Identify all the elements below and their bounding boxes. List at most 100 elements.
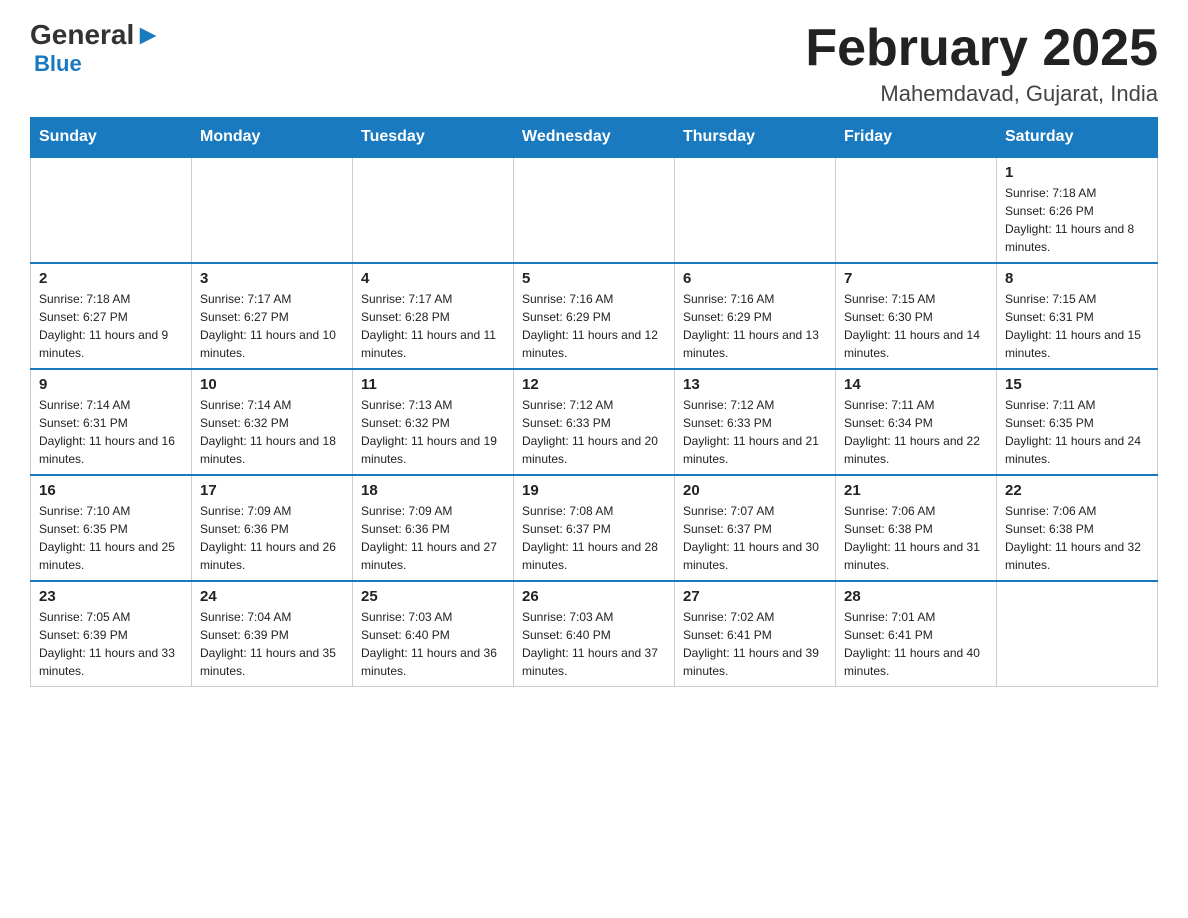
calendar-week-row: 2Sunrise: 7:18 AM Sunset: 6:27 PM Daylig…	[31, 263, 1158, 369]
col-friday: Friday	[836, 118, 997, 158]
table-row: 6 Sunrise: 7:16 AM Sunset: 6:29 PM Daylig…	[675, 263, 836, 369]
day-number: 14	[844, 376, 988, 393]
day-info: Sunrise: 7:06 AM Sunset: 6:38 PM Dayligh…	[1005, 502, 1149, 574]
day-info: Sunrise: 7:08 AM Sunset: 6:37 PM Dayligh…	[522, 502, 666, 574]
page-header: General► Blue February 2025 Mahemdavad, …	[30, 20, 1158, 107]
day-number: 27	[683, 588, 827, 605]
table-row: 27 Sunrise: 7:02 AM Sunset: 6:41 PM Dayli…	[675, 581, 836, 687]
table-row: 22 Sunrise: 7:06 AM Sunset: 6:38 PM Dayli…	[997, 475, 1158, 581]
day-number: 11	[361, 376, 505, 393]
day-info: Sunrise: 7:10 AM Sunset: 6:35 PM Dayligh…	[39, 502, 183, 574]
day-info: Sunrise: 7:01 AM Sunset: 6:41 PM Dayligh…	[844, 608, 988, 680]
day-info: Sunrise: 7:16 AM Sunset: 6:29 PM Dayligh…	[683, 290, 827, 362]
title-block: February 2025 Mahemdavad, Gujarat, India	[805, 20, 1158, 107]
table-row: 13 Sunrise: 7:12 AM Sunset: 6:33 PM Dayli…	[675, 369, 836, 475]
day-number: 9	[39, 376, 183, 393]
day-info: Sunrise: 7:17 AM Sunset: 6:27 PM Dayligh…	[200, 290, 344, 362]
col-wednesday: Wednesday	[514, 118, 675, 158]
col-monday: Monday	[192, 118, 353, 158]
calendar-week-row: 23Sunrise: 7:05 AM Sunset: 6:39 PM Dayli…	[31, 581, 1158, 687]
day-number: 25	[361, 588, 505, 605]
table-row: 8 Sunrise: 7:15 AM Sunset: 6:31 PM Daylig…	[997, 263, 1158, 369]
day-number: 26	[522, 588, 666, 605]
day-header-row: Sunday Monday Tuesday Wednesday Thursday…	[31, 118, 1158, 158]
day-number: 1	[1005, 164, 1149, 181]
table-row: 2Sunrise: 7:18 AM Sunset: 6:27 PM Daylig…	[31, 263, 192, 369]
calendar-week-row: 1 Sunrise: 7:18 AM Sunset: 6:26 PM Daylig…	[31, 157, 1158, 263]
day-number: 4	[361, 270, 505, 287]
table-row: 7 Sunrise: 7:15 AM Sunset: 6:30 PM Daylig…	[836, 263, 997, 369]
table-row: 19 Sunrise: 7:08 AM Sunset: 6:37 PM Dayli…	[514, 475, 675, 581]
day-info: Sunrise: 7:12 AM Sunset: 6:33 PM Dayligh…	[683, 396, 827, 468]
calendar-table: Sunday Monday Tuesday Wednesday Thursday…	[30, 117, 1158, 687]
table-row: 20 Sunrise: 7:07 AM Sunset: 6:37 PM Dayli…	[675, 475, 836, 581]
location-subtitle: Mahemdavad, Gujarat, India	[805, 81, 1158, 107]
day-number: 24	[200, 588, 344, 605]
table-row: 12 Sunrise: 7:12 AM Sunset: 6:33 PM Dayli…	[514, 369, 675, 475]
table-row: 25 Sunrise: 7:03 AM Sunset: 6:40 PM Dayli…	[353, 581, 514, 687]
table-row: 15 Sunrise: 7:11 AM Sunset: 6:35 PM Dayli…	[997, 369, 1158, 475]
table-row: 21Sunrise: 7:06 AM Sunset: 6:38 PM Dayli…	[836, 475, 997, 581]
table-row: 9 Sunrise: 7:14 AM Sunset: 6:31 PM Daylig…	[31, 369, 192, 475]
day-info: Sunrise: 7:07 AM Sunset: 6:37 PM Dayligh…	[683, 502, 827, 574]
table-row: 3 Sunrise: 7:17 AM Sunset: 6:27 PM Daylig…	[192, 263, 353, 369]
day-info: Sunrise: 7:11 AM Sunset: 6:35 PM Dayligh…	[1005, 396, 1149, 468]
day-number: 15	[1005, 376, 1149, 393]
day-info: Sunrise: 7:15 AM Sunset: 6:31 PM Dayligh…	[1005, 290, 1149, 362]
day-info: Sunrise: 7:11 AM Sunset: 6:34 PM Dayligh…	[844, 396, 988, 468]
day-info: Sunrise: 7:02 AM Sunset: 6:41 PM Dayligh…	[683, 608, 827, 680]
day-info: Sunrise: 7:13 AM Sunset: 6:32 PM Dayligh…	[361, 396, 505, 468]
day-number: 22	[1005, 482, 1149, 499]
day-number: 5	[522, 270, 666, 287]
table-row: 4 Sunrise: 7:17 AM Sunset: 6:28 PM Daylig…	[353, 263, 514, 369]
table-row	[997, 581, 1158, 687]
day-info: Sunrise: 7:18 AM Sunset: 6:26 PM Dayligh…	[1005, 184, 1149, 256]
day-number: 23	[39, 588, 183, 605]
table-row: 18 Sunrise: 7:09 AM Sunset: 6:36 PM Dayli…	[353, 475, 514, 581]
day-info: Sunrise: 7:12 AM Sunset: 6:33 PM Dayligh…	[522, 396, 666, 468]
col-saturday: Saturday	[997, 118, 1158, 158]
day-info: Sunrise: 7:09 AM Sunset: 6:36 PM Dayligh…	[361, 502, 505, 574]
day-number: 21	[844, 482, 988, 499]
calendar-header: Sunday Monday Tuesday Wednesday Thursday…	[31, 118, 1158, 158]
day-number: 13	[683, 376, 827, 393]
day-number: 6	[683, 270, 827, 287]
month-year-title: February 2025	[805, 20, 1158, 77]
day-info: Sunrise: 7:17 AM Sunset: 6:28 PM Dayligh…	[361, 290, 505, 362]
day-info: Sunrise: 7:03 AM Sunset: 6:40 PM Dayligh…	[361, 608, 505, 680]
table-row: 5 Sunrise: 7:16 AM Sunset: 6:29 PM Daylig…	[514, 263, 675, 369]
day-number: 12	[522, 376, 666, 393]
table-row: 10 Sunrise: 7:14 AM Sunset: 6:32 PM Dayli…	[192, 369, 353, 475]
day-info: Sunrise: 7:14 AM Sunset: 6:32 PM Dayligh…	[200, 396, 344, 468]
day-info: Sunrise: 7:04 AM Sunset: 6:39 PM Dayligh…	[200, 608, 344, 680]
table-row	[836, 157, 997, 263]
table-row: 11 Sunrise: 7:13 AM Sunset: 6:32 PM Dayli…	[353, 369, 514, 475]
calendar-week-row: 16 Sunrise: 7:10 AM Sunset: 6:35 PM Dayli…	[31, 475, 1158, 581]
col-thursday: Thursday	[675, 118, 836, 158]
day-number: 17	[200, 482, 344, 499]
day-number: 10	[200, 376, 344, 393]
table-row	[353, 157, 514, 263]
table-row: 24 Sunrise: 7:04 AM Sunset: 6:39 PM Dayli…	[192, 581, 353, 687]
day-number: 8	[1005, 270, 1149, 287]
table-row	[514, 157, 675, 263]
day-info: Sunrise: 7:16 AM Sunset: 6:29 PM Dayligh…	[522, 290, 666, 362]
logo-blue-text: Blue	[34, 51, 82, 77]
day-number: 16	[39, 482, 183, 499]
calendar-week-row: 9 Sunrise: 7:14 AM Sunset: 6:31 PM Daylig…	[31, 369, 1158, 475]
day-number: 7	[844, 270, 988, 287]
day-number: 3	[200, 270, 344, 287]
day-number: 18	[361, 482, 505, 499]
day-info: Sunrise: 7:14 AM Sunset: 6:31 PM Dayligh…	[39, 396, 183, 468]
table-row	[192, 157, 353, 263]
col-sunday: Sunday	[31, 118, 192, 158]
day-info: Sunrise: 7:15 AM Sunset: 6:30 PM Dayligh…	[844, 290, 988, 362]
calendar-body: 1 Sunrise: 7:18 AM Sunset: 6:26 PM Daylig…	[31, 157, 1158, 687]
day-number: 19	[522, 482, 666, 499]
day-number: 20	[683, 482, 827, 499]
table-row: 17Sunrise: 7:09 AM Sunset: 6:36 PM Dayli…	[192, 475, 353, 581]
table-row: 26Sunrise: 7:03 AM Sunset: 6:40 PM Dayli…	[514, 581, 675, 687]
table-row: 14 Sunrise: 7:11 AM Sunset: 6:34 PM Dayli…	[836, 369, 997, 475]
col-tuesday: Tuesday	[353, 118, 514, 158]
day-number: 28	[844, 588, 988, 605]
